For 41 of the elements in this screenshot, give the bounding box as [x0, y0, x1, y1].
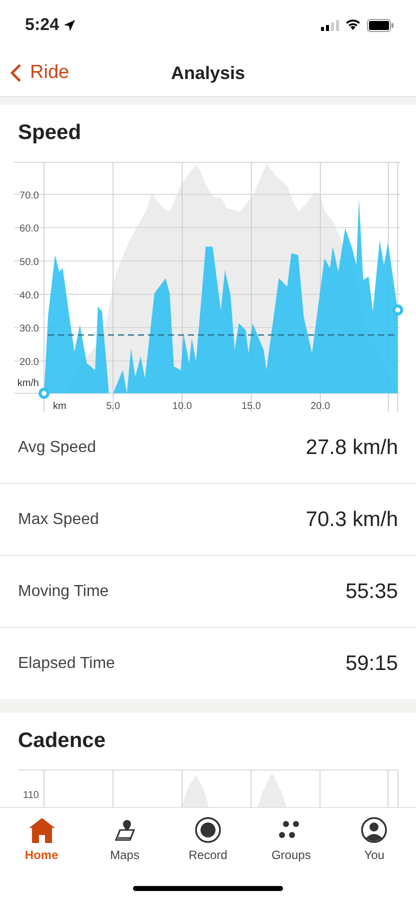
tab-item[interactable]: Record [172, 816, 243, 862]
stat-label: Max Speed [18, 510, 99, 528]
profile-icon [360, 816, 388, 844]
stat-label: Avg Speed [18, 438, 96, 456]
stat-value: 70.3 km/h [306, 508, 398, 532]
back-button[interactable]: Ride [0, 62, 70, 84]
section-title: Speed [17, 120, 82, 146]
tab-item[interactable]: Home [6, 816, 77, 862]
signal-icon [321, 20, 339, 30]
back-chevron-icon [10, 63, 22, 83]
y-axis-label: km/h [17, 378, 39, 389]
stat-value: 59:15 [345, 652, 398, 676]
y-tick-label: 50.0 [20, 256, 39, 268]
home-icon [28, 816, 56, 844]
x-tick-label: 15.0 [242, 401, 261, 412]
end-marker [392, 304, 404, 316]
start-marker [38, 388, 50, 399]
y-tick-label: 60.0 [20, 224, 39, 235]
y-tick-label: 110 [23, 790, 39, 801]
wifi-icon [345, 19, 361, 31]
record-icon [194, 816, 222, 844]
screen-title: Analysis [170, 62, 246, 82]
location-arrow-icon [63, 18, 76, 32]
x-tick-label: 20.0 [310, 401, 330, 412]
status-time: 5:24 [25, 15, 60, 35]
tab-item[interactable]: You [339, 816, 410, 862]
y-tick-label: 30.0 [20, 324, 39, 335]
x-axis-label: km [53, 401, 66, 412]
y-tick-label: 40.0 [20, 290, 39, 302]
stat-value: 55:35 [345, 580, 398, 604]
section-title: Cadence [17, 728, 107, 754]
x-tick-label: 5.0 [106, 401, 120, 412]
stat-label: Moving Time [18, 582, 109, 600]
stat-value: 27.8 km/h [306, 436, 398, 460]
y-tick-label: 20.0 [20, 356, 39, 368]
y-tick-label: 70.0 [20, 190, 39, 202]
x-tick-label: 10.0 [172, 401, 192, 412]
tab-item[interactable]: Groups [256, 816, 326, 862]
stat-label: Elapsed Time [18, 654, 115, 672]
tab-item[interactable]: Maps [90, 816, 160, 862]
battery-icon [367, 18, 394, 32]
